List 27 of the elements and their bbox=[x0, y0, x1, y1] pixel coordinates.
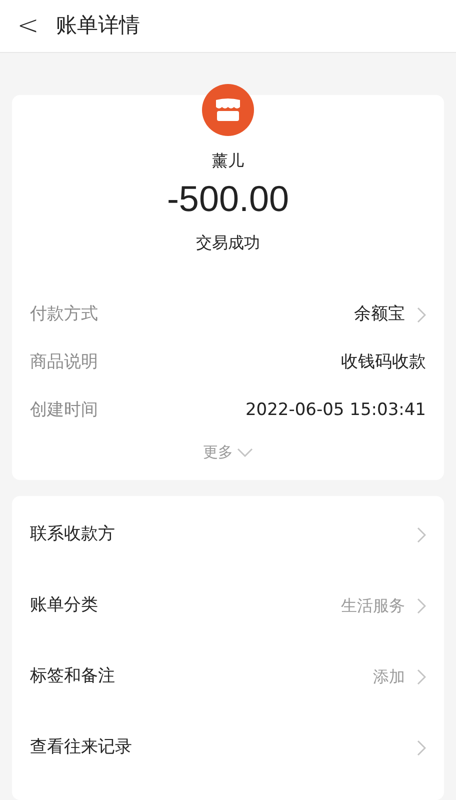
action-value: 添加 bbox=[373, 666, 405, 688]
chevron-right-icon bbox=[417, 307, 426, 323]
action-label: 账单分类 bbox=[30, 594, 98, 618]
chevron-down-icon bbox=[237, 448, 253, 457]
action-row[interactable]: 标签和备注 添加 bbox=[12, 642, 444, 712]
amount-text: -500.00 bbox=[166, 177, 290, 221]
action-row[interactable]: 联系收款方 bbox=[12, 500, 444, 570]
status-text: 交易成功 bbox=[196, 232, 260, 254]
page-title: 账单详情 bbox=[56, 12, 140, 40]
action-label: 查看往来记录 bbox=[30, 736, 132, 760]
detail-label: 创建时间 bbox=[30, 399, 98, 422]
action-row[interactable]: 查看往来记录 bbox=[12, 712, 444, 784]
action-label: 标签和备注 bbox=[30, 665, 115, 688]
chevron-right-icon bbox=[417, 598, 426, 614]
detail-label: 商品说明 bbox=[30, 351, 98, 374]
detail-value: 2022-06-05 15:03:41 bbox=[245, 399, 426, 422]
detail-value: 收钱码收款 bbox=[341, 351, 426, 374]
action-label: 联系收款方 bbox=[30, 523, 115, 546]
detail-label: 付款方式 bbox=[30, 303, 98, 326]
chevron-right-icon bbox=[417, 527, 426, 543]
payee-name: 薰儿 bbox=[212, 150, 244, 172]
chevron-right-icon bbox=[417, 740, 426, 756]
action-value: 生活服务 bbox=[341, 595, 405, 617]
chevron-right-icon bbox=[417, 669, 426, 685]
back-button[interactable]: < bbox=[16, 13, 40, 39]
action-row[interactable]: 账单分类 生活服务 bbox=[12, 570, 444, 642]
detail-value[interactable]: 余额宝 bbox=[354, 302, 405, 328]
